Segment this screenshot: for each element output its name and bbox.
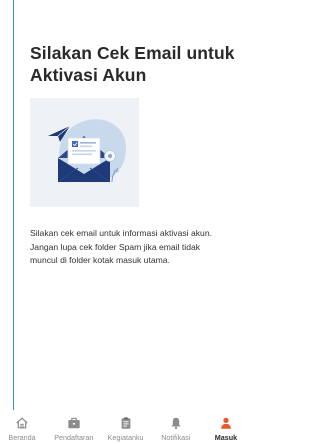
nav-item-beranda[interactable]: Beranda [4,410,40,444]
home-icon [16,417,28,429]
nav-label-beranda: Beranda [8,433,36,442]
email-envelope-illustration-icon [48,119,126,183]
nav-label-masuk: Masuk [214,433,238,442]
page-title: Silakan Cek Email untuk Aktivasi Akun [30,43,235,85]
nav-label-kegiatanku: Kegiatanku [107,433,144,442]
clipboard-icon [121,417,130,429]
user-icon [221,417,231,429]
nav-label-pendaftaran: Pendaftaran [54,433,94,442]
bottom-navigation: Beranda Pendaftaran Kegiatanku Notifikas… [0,410,248,444]
activation-message: Silakan cek email untuk informasi aktiva… [30,228,212,265]
activation-screen: Silakan Cek Email untuk Aktivasi Akun Si… [0,0,248,444]
briefcase-icon [68,417,80,429]
email-illustration [30,98,139,207]
nav-item-notifikasi[interactable]: Notifikasi [158,410,194,444]
nav-item-pendaftaran[interactable]: Pendaftaran [54,410,93,444]
nav-item-masuk[interactable]: Masuk [208,410,244,444]
bell-icon [171,417,181,430]
left-divider-line [13,0,14,410]
nav-item-kegiatanku[interactable]: Kegiatanku [108,410,144,444]
nav-label-notifikasi: Notifikasi [161,433,191,442]
